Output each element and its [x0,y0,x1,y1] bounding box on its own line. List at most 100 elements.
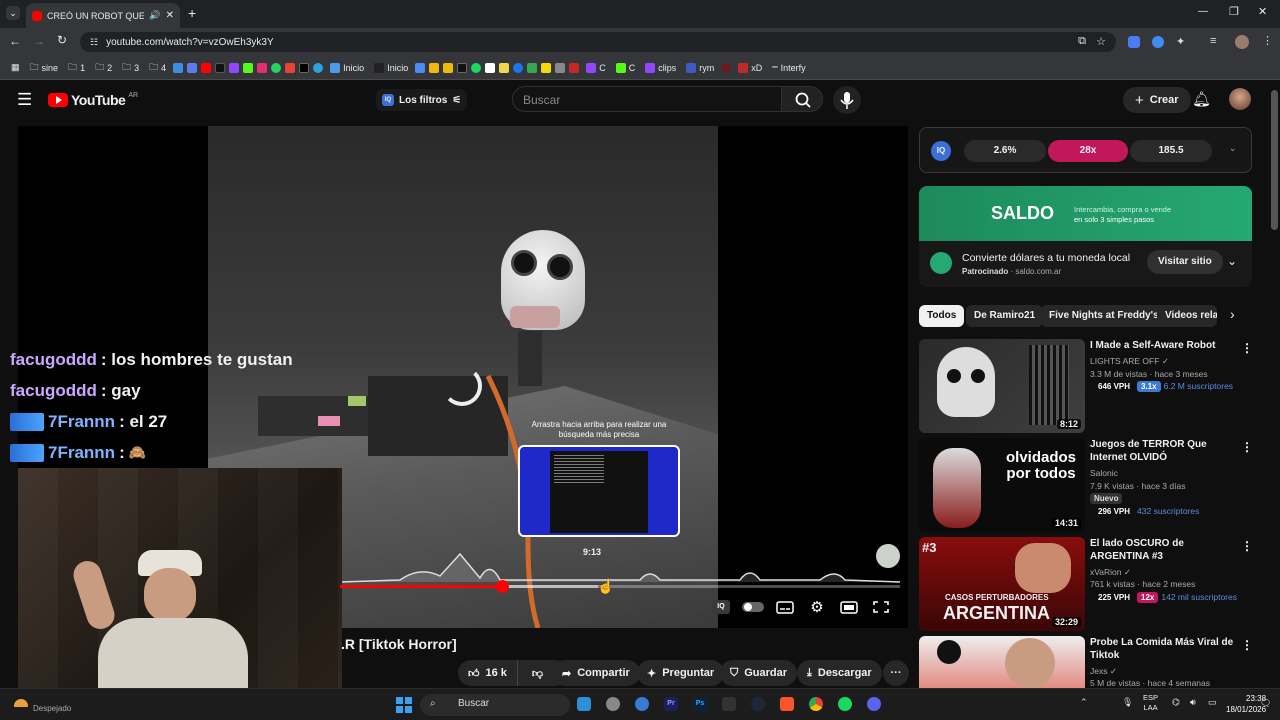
discord-icon[interactable] [867,697,881,711]
steam-icon[interactable] [751,697,765,711]
chevron-down-icon[interactable]: ⌄ [1227,254,1237,268]
bookmark-favicon-icon[interactable] [499,62,510,73]
volume-icon[interactable]: 🔊︎ [1190,697,1196,708]
side-panel-icon[interactable]: ≡ [1210,35,1216,47]
bookmark-facebook-icon[interactable] [513,62,524,73]
tray-chevron-icon[interactable]: ⌃ [1080,697,1088,708]
chevron-down-icon[interactable]: ⌄ [1229,143,1237,154]
apps-grid-icon[interactable]: ▦ [8,59,23,77]
reload-icon[interactable]: ↻ [57,33,67,47]
bookmark-tiktok-icon[interactable] [215,62,226,73]
chevron-right-icon[interactable]: › [1230,306,1235,322]
speaker-icon[interactable]: 🔊 [149,10,160,21]
active-tab[interactable]: CREÓ UN ROBOT QUE GAN 🔊 ✕ [26,3,180,28]
extension-vpn-icon[interactable] [1152,36,1164,48]
photoshop-icon[interactable]: Ps [693,697,707,711]
close-window-button[interactable]: ✕ [1258,5,1267,18]
video-thumbnail[interactable]: #3 CASOS PERTURBADORES ARGENTINA 32:29 [919,537,1085,631]
ask-button[interactable]: ✦ Preguntar [637,660,725,686]
kebab-menu-icon[interactable]: ⋮ [1241,638,1253,652]
page-scrollbar[interactable] [1271,90,1278,230]
bookmark-favicon-icon[interactable] [527,62,538,73]
voice-search-button[interactable] [833,86,861,114]
autoplay-toggle[interactable] [742,602,764,612]
create-button[interactable]: + Crear [1123,87,1191,113]
taskbar-app-icon[interactable] [635,697,649,711]
recommended-video[interactable]: 8:12 I Made a Self-Aware Robot LIGHTS AR… [919,339,1269,435]
bookmark-link[interactable]: ━ Interfy [769,59,808,77]
bookmark-link[interactable]: xD [735,59,765,77]
url-omnibox[interactable]: ☷ youtube.com/watch?v=vzOwEh3yk3Y ⧉ ☆ [80,32,1116,52]
back-arrow-icon[interactable]: ← [9,34,21,48]
recommended-video[interactable]: Probe La Comida Más Viral de Tiktok Jexs… [919,636,1269,688]
bookmark-youtube-icon[interactable] [201,62,212,73]
filters-button[interactable]: IQ Los filtros ⚟ [376,89,468,111]
install-app-icon[interactable]: ⧉ [1078,35,1086,48]
bookmark-favicon-icon[interactable] [569,62,580,73]
kebab-menu-icon[interactable]: ⋮ [1241,539,1253,553]
weather-icon[interactable] [14,699,28,707]
bookmark-favicon-icon[interactable] [721,62,732,73]
bookmark-folder[interactable]: 🗀 2 [92,59,115,77]
extensions-puzzle-icon[interactable]: ✦ [1176,35,1185,48]
bookmark-twitch-icon[interactable] [229,62,240,73]
theater-mode-icon[interactable] [840,600,858,614]
battery-icon[interactable]: ▭ [1208,697,1217,708]
like-button[interactable]: 👍︎ 16 k [458,660,518,686]
microphone-tray-icon[interactable]: 🎙︎ [1122,697,1133,708]
tab-close-icon[interactable]: ✕ [166,10,174,21]
bookmark-link[interactable]: C [583,59,609,77]
kebab-menu-icon[interactable]: ⋮ [1241,341,1253,355]
extension-translate-icon[interactable] [1128,36,1140,48]
video-thumbnail[interactable]: 8:12 [919,339,1085,433]
chip-all[interactable]: Todos [919,305,965,327]
bookmark-folder[interactable]: 🗀 sine [27,59,62,77]
bookmark-favicon-icon[interactable] [541,62,552,73]
bookmark-whatsapp-icon[interactable] [271,62,282,73]
spotify-icon[interactable] [838,697,852,711]
chip-topic[interactable]: Five Nights at Freddy's [1041,305,1167,327]
subtitles-icon[interactable] [776,600,794,614]
more-actions-button[interactable]: ··· [883,660,909,686]
windows-start-icon[interactable] [396,697,412,713]
bookmark-favicon-icon[interactable] [555,62,566,73]
bookmark-instagram-icon[interactable] [257,62,268,73]
account-avatar[interactable] [1229,88,1251,110]
bookmark-link[interactable]: Inicio [371,59,411,77]
bookmark-folder[interactable]: 🗀 3 [119,59,142,77]
bookmark-link[interactable]: rym [683,59,717,77]
bookmark-favicon-icon[interactable] [173,62,184,73]
fullscreen-icon[interactable] [872,600,890,614]
chrome-icon[interactable] [809,697,823,711]
bookmark-x-icon[interactable] [299,62,310,73]
hamburger-menu-icon[interactable]: ☰ [17,90,32,110]
bookmark-telegram-icon[interactable] [313,62,324,73]
minimize-button[interactable]: — [1198,6,1208,17]
video-thumbnail[interactable]: olvidados por todos 14:31 [919,438,1085,532]
recommended-video[interactable]: #3 CASOS PERTURBADORES ARGENTINA 32:29 E… [919,537,1269,633]
ad-banner[interactable]: SALDO Intercambia, compra o vende en sol… [919,186,1252,241]
settings-gear-icon[interactable]: ⚙ [808,598,826,616]
search-button[interactable] [781,86,823,112]
youtube-logo[interactable]: YouTube AR [48,92,138,108]
taskbar-search[interactable]: ⌕ Buscar [420,694,570,716]
bookmark-gmail-icon[interactable] [285,62,296,73]
brave-icon[interactable] [780,697,794,711]
iq-extension-icon[interactable]: IQ [712,600,730,614]
recommended-video[interactable]: olvidados por todos 14:31 Juegos de TERR… [919,438,1269,534]
bookmark-folder[interactable]: 🗀 1 [65,59,88,77]
bookmark-favicon-icon[interactable] [187,62,198,73]
bookmark-favicon-icon[interactable] [485,62,496,73]
bookmark-binance-icon[interactable] [429,62,440,73]
taskbar-app-icon[interactable] [577,697,591,711]
bookmark-favicon-icon[interactable] [457,62,468,73]
new-tab-button[interactable]: + [188,5,196,21]
dislike-button[interactable]: 👎︎ [524,667,551,680]
wifi-icon[interactable]: ⌬ [1172,697,1180,708]
kebab-menu-icon[interactable]: ⋮ [1241,440,1253,454]
bookmark-favicon-icon[interactable] [471,62,482,73]
premiere-icon[interactable]: Pr [664,697,678,711]
progress-bar[interactable] [340,580,900,593]
download-button[interactable]: ⤓ Descargar [797,660,882,686]
bookmark-link[interactable]: clips [642,59,679,77]
